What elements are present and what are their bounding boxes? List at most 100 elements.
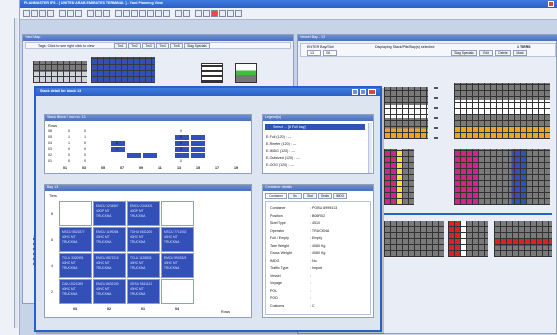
detail-tab[interactable]: Container	[265, 193, 287, 199]
bay-stack-hold-right[interactable]	[454, 149, 550, 205]
window-icon[interactable]	[227, 10, 234, 17]
minimize-icon[interactable]	[352, 89, 358, 95]
bay-slot-occupied[interactable]: EMCU 8872210 40HC MT TRUCKNA	[93, 253, 126, 278]
truck-icon[interactable]	[163, 10, 170, 17]
detail-tab[interactable]: Stat	[303, 193, 317, 199]
bay-slot-empty[interactable]	[59, 201, 92, 226]
close-icon[interactable]	[548, 1, 554, 7]
bay-slot-occupied[interactable]: MSCU 7711002 40HC MT TRUCKNA	[161, 227, 194, 252]
stack-cell-filled[interactable]	[175, 135, 189, 140]
stag-specials-button[interactable]: Stag Specials	[451, 50, 477, 56]
tab-tm4[interactable]: Tm4	[156, 43, 169, 49]
find-icon[interactable]	[87, 10, 94, 17]
bay-slot-occupied[interactable]: EMCU 1234567 40GP MT TRUCKNA	[93, 201, 126, 226]
bay-row-lower-c[interactable]	[494, 221, 552, 257]
stack-cell-value: 0	[84, 159, 86, 163]
left-scrollbar[interactable]	[14, 18, 18, 328]
stack-row-label: 04	[48, 141, 52, 145]
layout-icon[interactable]	[203, 10, 210, 17]
stack-column-label: 05	[101, 166, 105, 170]
zoom-in-icon[interactable]	[95, 10, 102, 17]
bay-slot-occupied[interactable]: EMCU 9903321 40HC MT TRUCKNA	[161, 253, 194, 278]
bay-slot-empty[interactable]	[161, 279, 194, 304]
flag-icon[interactable]	[211, 10, 218, 17]
stack-column-label: 01	[63, 166, 67, 170]
refresh-icon[interactable]	[115, 10, 122, 17]
detail-tab[interactable]: Seals	[318, 193, 332, 199]
bay-slot-text: 40HC MT	[130, 235, 144, 239]
bay-slot-occupied[interactable]: TCLU 1128833 40HC MT TRUCKNA	[127, 253, 160, 278]
stack-cell-filled[interactable]	[175, 147, 189, 152]
tag-icon[interactable]	[219, 10, 226, 17]
bay-slot-occupied[interactable]: TGHU 6611200 40HC MT TRUCKNA	[127, 227, 160, 252]
grid-icon[interactable]	[123, 10, 130, 17]
tab-tm2[interactable]: Tm2	[128, 43, 141, 49]
bay-slot-text: EMCU 9903321	[164, 256, 187, 260]
text-icon[interactable]	[183, 10, 190, 17]
dialog-close-icon[interactable]	[368, 89, 376, 95]
arrow-icon[interactable]	[195, 10, 202, 17]
help-icon[interactable]	[235, 10, 242, 17]
bay-slot-occupied[interactable]: GESU 5541122 40HC MT TRUCKNA	[127, 279, 160, 304]
detail-field-label: IMDG	[270, 258, 280, 263]
maximize-icon[interactable]	[360, 89, 366, 95]
stack-cell-filled[interactable]	[191, 147, 205, 152]
yard-block-c[interactable]	[201, 63, 223, 83]
cut-icon[interactable]	[59, 10, 66, 17]
open-icon[interactable]	[31, 10, 38, 17]
stack-cell-filled[interactable]	[191, 135, 205, 140]
bay-slot-occupied[interactable]: TCLU 3320991 40HC MT TRUCKNA	[59, 253, 92, 278]
bay-slot-text: 40HC MT	[96, 261, 110, 265]
detail-field-value: : TRUCKNA	[310, 228, 330, 233]
tab-tm3[interactable]: Tm3	[142, 43, 155, 49]
bay-slot-occupied[interactable]: EMCU 1199284 40HC MT TRUCKNA	[93, 227, 126, 252]
print-icon[interactable]	[47, 10, 54, 17]
bay-slot-occupied[interactable]: CAIU 2021009 40HC MT TRUCKNA	[59, 279, 92, 304]
mark-button[interactable]: Mark	[513, 50, 527, 56]
bay-stack-left[interactable]	[384, 87, 428, 139]
list-icon[interactable]	[175, 10, 182, 17]
chart-icon[interactable]	[139, 10, 146, 17]
stack-cell-filled[interactable]	[191, 153, 205, 158]
stack-cell-filled[interactable]	[143, 153, 157, 158]
bay-row-lower-a[interactable]	[384, 221, 444, 257]
stack-cell-filled[interactable]	[111, 147, 125, 152]
tab-stag-specials[interactable]: Stag Specials	[184, 43, 210, 49]
detail-tab[interactable]: IMDG	[333, 193, 347, 199]
stack-cell-filled[interactable]	[191, 141, 205, 146]
row-number-input[interactable]: 06	[323, 50, 337, 56]
bay-stack-hold-left[interactable]	[384, 149, 414, 205]
bay-stack-right[interactable]	[454, 83, 550, 139]
stack-cell-filled[interactable]	[111, 141, 125, 146]
tab-tm5[interactable]: Tm5	[170, 43, 183, 49]
bay-slot-text: TRUCKNA	[96, 266, 112, 270]
filter-icon[interactable]	[131, 10, 138, 17]
yard-block-d[interactable]	[235, 63, 257, 83]
detail-tab[interactable]: Its	[288, 193, 302, 199]
tab-tm1[interactable]: Tm1	[114, 43, 127, 49]
save-icon[interactable]	[39, 10, 46, 17]
yard-block-b[interactable]	[91, 57, 155, 83]
paste-icon[interactable]	[75, 10, 82, 17]
delete-button[interactable]: Delete	[495, 50, 511, 56]
stack-cell-filled[interactable]	[127, 153, 141, 158]
bay-slot-empty[interactable]	[161, 201, 194, 226]
new-icon[interactable]	[23, 10, 30, 17]
stack-cell-filled[interactable]	[175, 153, 189, 158]
copy-icon[interactable]	[67, 10, 74, 17]
bay-slot-text: 40HC MT	[96, 235, 110, 239]
stack-cell-value: 1	[68, 135, 70, 139]
bay-row-lower-b[interactable]	[448, 221, 488, 257]
crane-icon[interactable]	[147, 10, 154, 17]
bay-slot-occupied[interactable]: MSCU 5521877 40HC MT TRUCKNA	[59, 227, 92, 252]
ship-icon[interactable]	[155, 10, 162, 17]
bay-number-input[interactable]: 13	[307, 50, 321, 56]
edit-button[interactable]: Edit	[479, 50, 493, 56]
bay-slot-occupied[interactable]: EMCU 6632190 40HC MT TRUCKNA	[93, 279, 126, 304]
bay-slot-occupied[interactable]: EMCU 2344321 40GP MT TRUCKNA	[127, 201, 160, 226]
legend-scrollbar[interactable]	[368, 123, 372, 173]
yard-block-a[interactable]	[33, 61, 87, 83]
zoom-out-icon[interactable]	[103, 10, 110, 17]
legend-selected[interactable]: Select ... [6 Full bay]	[265, 124, 365, 130]
stack-cell-filled[interactable]	[175, 141, 189, 146]
